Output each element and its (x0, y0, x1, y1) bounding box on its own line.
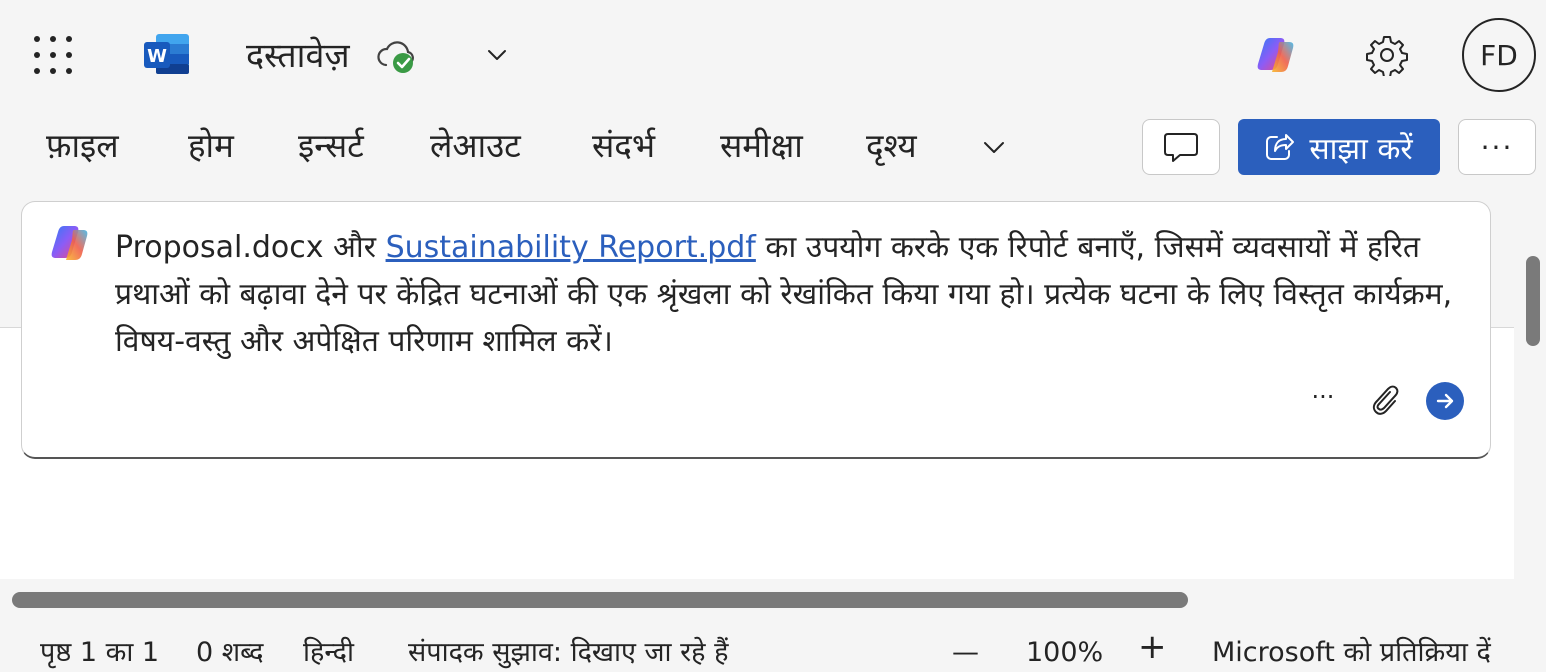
tab-view[interactable]: दृश्य (866, 124, 917, 168)
share-icon (1266, 134, 1295, 160)
copilot-prompt-card: Proposal.docx और Sustainability Report.p… (21, 201, 1491, 459)
editor-suggestions-status[interactable]: संपादक सुझाव: दिखाए जा रहे हैं (408, 635, 728, 671)
comment-icon (1164, 133, 1198, 162)
paperclip-icon[interactable] (1370, 384, 1400, 416)
prompt-text[interactable]: Proposal.docx और Sustainability Report.p… (115, 224, 1477, 365)
tab-insert[interactable]: इन्सर्ट (298, 124, 364, 168)
tab-review[interactable]: समीक्षा (720, 124, 803, 168)
feedback-link[interactable]: Microsoft को प्रतिक्रिया दें (1212, 635, 1491, 671)
avatar[interactable]: FD (1462, 18, 1536, 92)
title-bar: W दस्तावेज़ FD (0, 0, 1546, 112)
tab-file[interactable]: फ़ाइल (46, 124, 119, 168)
word-logo-icon: W (144, 34, 189, 74)
zoom-out-button[interactable]: — (952, 635, 979, 671)
chevron-down-icon[interactable] (980, 135, 1008, 159)
zoom-level[interactable]: 100% (1026, 635, 1103, 671)
chevron-down-icon[interactable] (484, 44, 510, 66)
comments-button[interactable] (1142, 119, 1220, 175)
share-button[interactable]: साझा करें (1238, 119, 1440, 175)
page-count[interactable]: पृष्ठ 1 का 1 (40, 635, 159, 671)
more-options-button[interactable]: ··· (1458, 119, 1536, 175)
prompt-text-start: Proposal.docx और (115, 230, 386, 265)
file-link[interactable]: Sustainability Report.pdf (386, 230, 756, 265)
send-button[interactable] (1426, 382, 1464, 420)
copilot-icon[interactable] (1256, 36, 1296, 74)
tab-references[interactable]: संदर्भ (592, 124, 655, 168)
cloud-saved-icon (377, 41, 414, 73)
gear-icon[interactable] (1366, 34, 1408, 76)
status-bar: पृष्ठ 1 का 1 0 शब्द हिन्दी संपादक सुझाव:… (0, 621, 1546, 672)
svg-text:W: W (147, 46, 167, 67)
vertical-scroll-thumb[interactable] (1526, 256, 1540, 346)
horizontal-scroll-thumb[interactable] (12, 592, 1188, 608)
word-count[interactable]: 0 शब्द (196, 635, 263, 671)
tab-layout[interactable]: लेआउट (430, 124, 521, 168)
share-label: साझा करें (1309, 131, 1413, 167)
prompt-more-button[interactable]: ··· (1308, 382, 1338, 412)
tab-home[interactable]: होम (188, 124, 234, 168)
arrow-right-icon (1436, 393, 1454, 409)
language-status[interactable]: हिन्दी (303, 635, 354, 671)
copilot-icon (51, 226, 88, 260)
document-title[interactable]: दस्तावेज़ (246, 34, 350, 78)
zoom-in-button[interactable]: + (1138, 629, 1167, 665)
app-launcher-icon[interactable] (34, 36, 72, 74)
